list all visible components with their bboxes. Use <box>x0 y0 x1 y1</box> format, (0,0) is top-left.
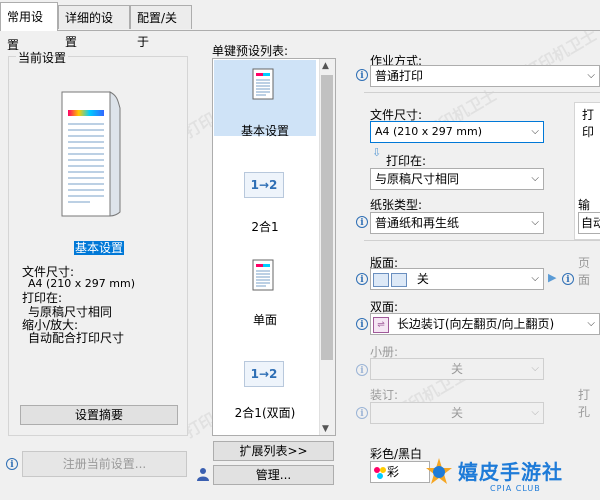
print-on-label: 打印在: <box>386 154 427 168</box>
preset-label: 2合1 <box>251 220 279 234</box>
register-current-settings-button[interactable]: 注册当前设置... <box>22 451 187 477</box>
chevron-down-icon: ⌵ <box>531 363 539 374</box>
paper-type-select[interactable]: 普通纸和再生纸 ⌵ <box>370 212 544 234</box>
booklet-value: 关 <box>450 362 463 376</box>
divider <box>364 240 600 241</box>
2-in-1-icon: 1→2 <box>244 172 284 198</box>
job-mode-select[interactable]: 普通打印 ⌵ <box>370 65 600 87</box>
chevron-down-icon: ⌵ <box>531 173 539 184</box>
2-in-1-duplex-icon: 1→2 <box>244 361 284 387</box>
presets-scroll-thumb[interactable] <box>321 75 333 360</box>
current-preset-name: 基本设置 <box>74 241 125 255</box>
info-icon[interactable]: i <box>356 407 368 419</box>
cs-zoom-value: 自动配合打印尺寸 <box>28 331 125 345</box>
duplex-icon: ⇌ <box>373 316 389 333</box>
staple-select[interactable]: 关 ⌵ <box>370 402 544 424</box>
info-icon[interactable]: i <box>356 69 368 81</box>
chevron-down-icon: ⌵ <box>587 318 595 329</box>
info-icon[interactable]: i <box>562 273 574 285</box>
layout-select[interactable]: 关 ⌵ <box>370 268 544 290</box>
chevron-down-icon: ⌵ <box>531 217 539 228</box>
print-on-value: 与原稿尺寸相同 <box>375 172 460 186</box>
presets-title: 单键预设列表: <box>212 44 289 58</box>
document-preview <box>60 88 121 218</box>
color-label: 彩色/黑白 <box>370 447 423 461</box>
input-select[interactable]: 自动 <box>578 212 600 234</box>
preset-2-in-1[interactable]: 1→2 2合1 <box>214 160 316 236</box>
single-side-icon <box>252 259 274 291</box>
preset-single-side[interactable]: 单面 <box>214 255 316 331</box>
print-on-select[interactable]: 与原稿尺寸相同 ⌵ <box>370 168 544 190</box>
chevron-down-icon: ⌵ <box>531 407 539 418</box>
settings-summary-button[interactable]: 设置摘要 <box>20 405 178 425</box>
current-settings-legend: 当前设置 <box>16 49 69 66</box>
paper-type-label: 纸张类型: <box>370 198 423 212</box>
tab-config-about[interactable]: 配置/关于 <box>130 5 192 49</box>
scroll-down-icon[interactable]: ▼ <box>322 424 329 434</box>
info-icon[interactable]: i <box>356 364 368 376</box>
divider <box>364 92 600 93</box>
staple-value: 关 <box>450 406 463 420</box>
preset-2-in-1-duplex[interactable]: 1→2 2合1(双面) <box>214 355 316 425</box>
tab-common-settings[interactable]: 常用设置 <box>0 2 58 52</box>
logo-text: 嬉皮手游社 <box>458 460 563 484</box>
color-value: 彩 <box>387 465 400 479</box>
punch-label: 打孔 <box>578 388 591 419</box>
document-preview-icon <box>61 91 121 217</box>
layout-page-icon <box>373 272 389 287</box>
logo-subtext: CPIA CLUB <box>490 484 541 493</box>
preset-label: 单面 <box>252 313 277 327</box>
chevron-down-icon: ⌵ <box>587 70 595 81</box>
preset-label: 2合1(双面) <box>234 406 296 420</box>
info-icon[interactable]: i <box>356 273 368 285</box>
tab-detailed-settings[interactable]: 详细的设置 <box>58 5 130 49</box>
paper-type-value: 普通纸和再生纸 <box>375 216 460 230</box>
site-logo: 嬉皮手游社 CPIA CLUB <box>420 452 600 500</box>
manage-button[interactable]: 管理... <box>213 465 334 485</box>
chevron-down-icon: ⌵ <box>531 273 539 284</box>
user-icon <box>197 467 209 481</box>
info-icon[interactable]: i <box>356 318 368 330</box>
document-page-icon <box>252 68 274 100</box>
staple-label: 装订: <box>370 388 399 402</box>
play-arrow-icon: ▶ <box>548 271 557 284</box>
paper-size-value: A4 (210 x 297 mm) <box>375 125 483 138</box>
duplex-value: 长边装订(向左翻页/向上翻页) <box>396 317 555 331</box>
chevron-down-icon: ⌵ <box>531 126 539 137</box>
info-icon[interactable]: i <box>6 458 18 470</box>
preset-basic[interactable]: 基本设置 <box>214 60 316 138</box>
job-mode-value: 普通打印 <box>375 69 424 83</box>
duplex-select[interactable]: ⇌ 长边装订(向左翻页/向上翻页) ⌵ <box>370 313 600 335</box>
booklet-select[interactable]: 关 ⌵ <box>370 358 544 380</box>
page-label: 页面 <box>578 256 591 287</box>
layout-page-icon <box>391 272 407 287</box>
paper-size-select[interactable]: A4 (210 x 297 mm) ⌵ <box>370 121 544 143</box>
logo-mark-icon <box>424 456 454 486</box>
print-label: 打印 <box>582 108 595 139</box>
arrow-down-icon: ⇩ <box>372 146 382 159</box>
expand-list-button[interactable]: 扩展列表>> <box>213 441 334 461</box>
layout-value: 关 <box>416 272 429 286</box>
color-palette-icon <box>373 466 387 480</box>
info-icon[interactable]: i <box>356 216 368 228</box>
input-value: 自动 <box>581 216 600 230</box>
preset-label: 基本设置 <box>240 124 289 138</box>
scroll-up-icon[interactable]: ▲ <box>322 61 329 71</box>
